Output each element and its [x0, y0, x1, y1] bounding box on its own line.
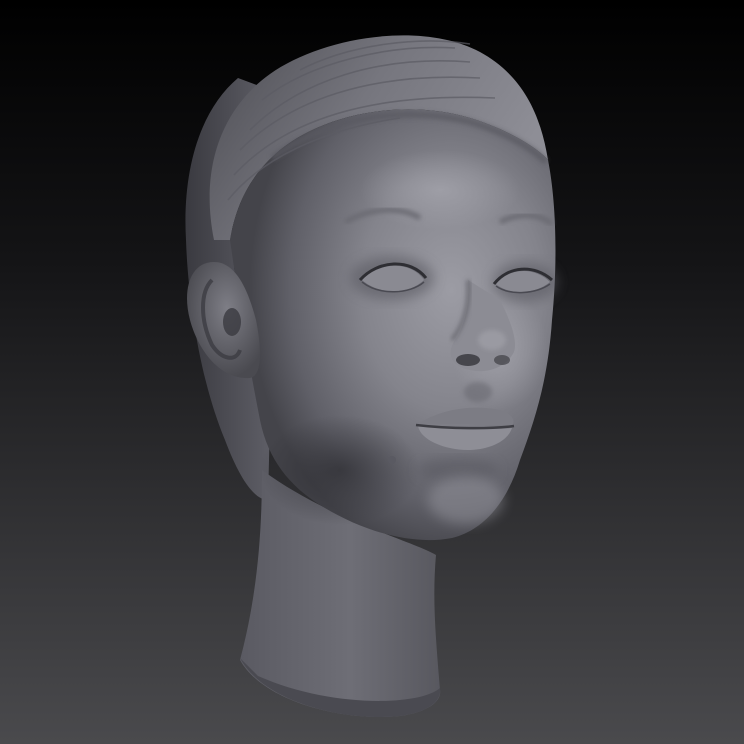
- forehead-highlight: [360, 150, 520, 230]
- sculpt-viewport[interactable]: [0, 0, 744, 744]
- head-sculpt-render: [0, 0, 744, 744]
- philtrum: [464, 382, 492, 402]
- skin-blemish: [388, 456, 396, 464]
- jaw-shadow: [260, 415, 420, 525]
- chin-highlight: [428, 476, 504, 524]
